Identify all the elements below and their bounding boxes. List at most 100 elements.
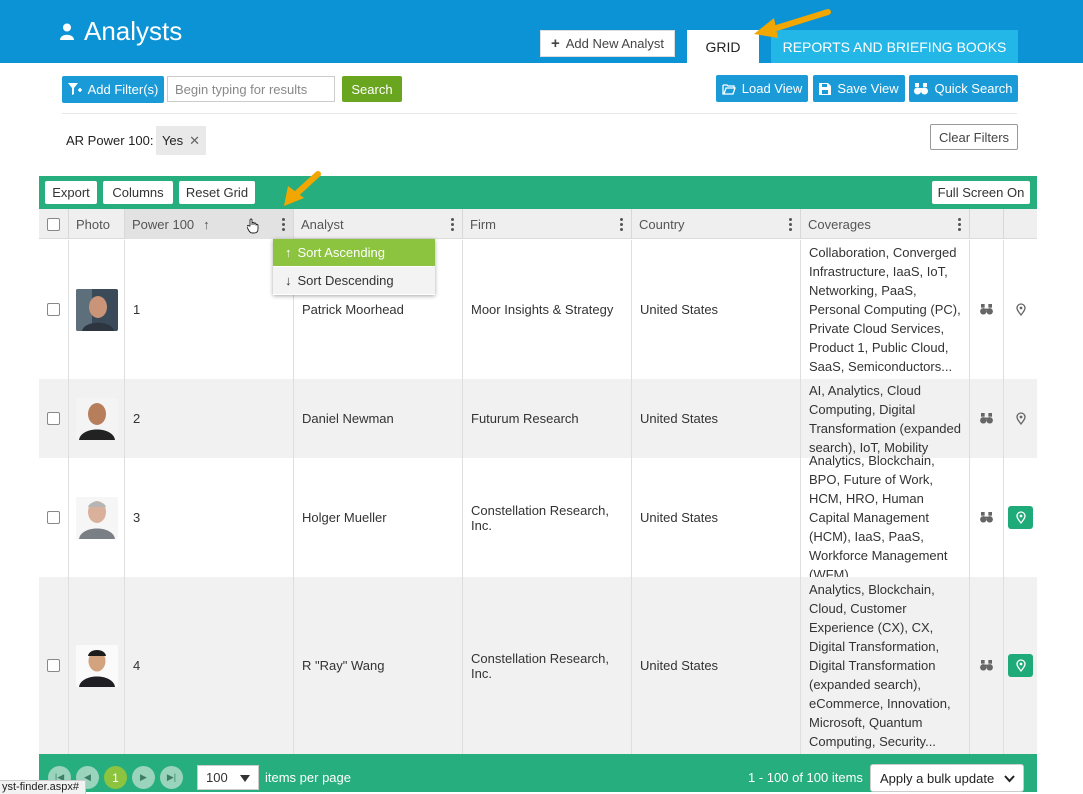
add-new-analyst-button[interactable]: + Add New Analyst: [540, 30, 675, 57]
export-button[interactable]: Export: [45, 181, 97, 204]
photo-cell: [69, 379, 125, 458]
items-per-page-label: items per page: [265, 770, 351, 785]
column-header-coverages[interactable]: Coverages: [801, 209, 970, 239]
country-cell: United States: [632, 379, 801, 458]
bulk-update-label: Apply a bulk update: [880, 770, 995, 786]
map-pin-icon[interactable]: [1015, 412, 1026, 425]
row-checkbox-cell: [39, 379, 69, 458]
analyst-cell[interactable]: Holger Mueller: [294, 458, 463, 577]
column-header-firm-label: Firm: [470, 216, 496, 232]
binoculars-icon[interactable]: [980, 413, 993, 424]
column-header-analyst[interactable]: Analyst: [294, 209, 463, 239]
filter-chip-value: Yes: [161, 133, 184, 148]
column-header-country[interactable]: Country: [632, 209, 801, 239]
column-header-power-100[interactable]: Power 100 ↑: [125, 209, 294, 239]
column-header-coverages-label: Coverages: [808, 216, 871, 232]
save-view-button[interactable]: Save View: [813, 75, 905, 102]
column-header-firm[interactable]: Firm: [463, 209, 632, 239]
table-row[interactable]: 4 R "Ray" Wang Constellation Research, I…: [39, 577, 1037, 754]
arrow-down-icon: ↓: [285, 273, 292, 288]
table-row[interactable]: 1 Patrick Moorhead Moor Insights & Strat…: [39, 240, 1037, 379]
full-screen-button[interactable]: Full Screen On: [932, 181, 1030, 204]
sort-ascending-label: Sort Ascending: [297, 245, 385, 260]
user-icon: [60, 23, 74, 40]
coverages-cell: Collaboration, Converged Infrastructure,…: [801, 240, 970, 379]
column-header-country-label: Country: [639, 216, 685, 232]
select-all-checkbox[interactable]: [47, 217, 60, 231]
chevron-down-icon: [1004, 775, 1015, 783]
table-row[interactable]: 3 Holger Mueller Constellation Research,…: [39, 453, 1037, 582]
firm-cell: Futurum Research: [463, 379, 632, 458]
column-menu-icon[interactable]: [451, 218, 454, 231]
binoculars-icon[interactable]: [980, 660, 993, 671]
map-pin-icon[interactable]: [1015, 303, 1026, 316]
column-menu-icon[interactable]: [789, 218, 792, 231]
avatar[interactable]: [75, 644, 118, 687]
column-header-photo[interactable]: Photo: [69, 209, 125, 239]
power-100-cell: 4: [125, 577, 294, 754]
pin-cell: [1004, 577, 1037, 754]
arrow-up-icon: ↑: [203, 216, 210, 232]
save-view-label: Save View: [837, 81, 899, 96]
column-header-analyst-label: Analyst: [301, 216, 344, 232]
actions-cell: [970, 577, 1004, 754]
avatar[interactable]: [75, 496, 118, 539]
reset-grid-button[interactable]: Reset Grid: [179, 181, 255, 204]
page-title: Analysts: [60, 16, 182, 47]
quick-search-button[interactable]: Quick Search: [909, 75, 1018, 102]
page-title-text: Analysts: [84, 16, 183, 46]
bulk-update-select[interactable]: Apply a bulk update: [870, 764, 1024, 792]
column-menu-icon[interactable]: [958, 218, 961, 231]
save-icon: [819, 82, 832, 95]
row-checkbox[interactable]: [47, 659, 60, 672]
columns-button[interactable]: Columns: [103, 181, 173, 204]
map-pin-icon: [1015, 659, 1026, 672]
power-100-cell: 2: [125, 379, 294, 458]
sort-descending-item[interactable]: ↓ Sort Descending: [273, 267, 435, 294]
page-button[interactable]: 1: [104, 766, 127, 789]
row-checkbox[interactable]: [47, 412, 60, 425]
annotation-arrow-icon: [284, 171, 321, 206]
row-checkbox[interactable]: [47, 511, 60, 524]
close-icon[interactable]: ✕: [189, 133, 200, 149]
sort-ascending-item[interactable]: ↑ Sort Ascending: [273, 239, 435, 266]
clear-filters-button[interactable]: Clear Filters: [930, 124, 1018, 150]
row-checkbox[interactable]: [47, 303, 60, 316]
binoculars-icon: [914, 82, 929, 94]
select-all-cell: [39, 209, 69, 239]
column-menu-icon[interactable]: [620, 218, 623, 231]
grid-header: Photo Power 100 ↑ Analyst Firm Country C…: [39, 209, 1037, 239]
photo-cell: [69, 577, 125, 754]
column-menu-icon[interactable]: [282, 218, 285, 231]
map-pin-button[interactable]: [1008, 654, 1033, 677]
search-input[interactable]: [167, 76, 335, 102]
load-view-button[interactable]: Load View: [716, 75, 808, 102]
next-page-button[interactable]: ▶: [132, 766, 155, 789]
map-pin-icon: [1015, 511, 1026, 524]
firm-cell: Constellation Research, Inc.: [463, 577, 632, 754]
avatar[interactable]: [75, 288, 118, 331]
row-checkbox-cell: [39, 577, 69, 754]
firm-cell: Moor Insights & Strategy: [463, 240, 632, 379]
caret-down-icon: [240, 775, 250, 782]
map-pin-button[interactable]: [1008, 506, 1033, 529]
add-new-analyst-label: Add New Analyst: [565, 36, 665, 51]
tab-grid[interactable]: GRID: [687, 30, 759, 63]
analyst-cell[interactable]: Daniel Newman: [294, 379, 463, 458]
actions-cell: [970, 458, 1004, 577]
country-cell: United States: [632, 577, 801, 754]
page-size-value: 100: [206, 770, 228, 785]
binoculars-icon[interactable]: [980, 512, 993, 523]
avatar[interactable]: [75, 397, 118, 440]
binoculars-icon[interactable]: [980, 304, 993, 315]
coverages-cell: Analytics, Blockchain, BPO, Future of Wo…: [801, 453, 970, 582]
folder-open-icon: [722, 83, 736, 95]
analyst-cell[interactable]: R "Ray" Wang: [294, 577, 463, 754]
page-size-select[interactable]: 100: [197, 765, 259, 790]
row-checkbox-cell: [39, 458, 69, 577]
add-filters-button[interactable]: Add Filter(s): [62, 76, 164, 103]
search-button[interactable]: Search: [342, 76, 402, 102]
table-row[interactable]: 2 Daniel Newman Futurum Research United …: [39, 379, 1037, 458]
power-100-cell: 1: [125, 240, 294, 379]
last-page-button[interactable]: ▶|: [160, 766, 183, 789]
